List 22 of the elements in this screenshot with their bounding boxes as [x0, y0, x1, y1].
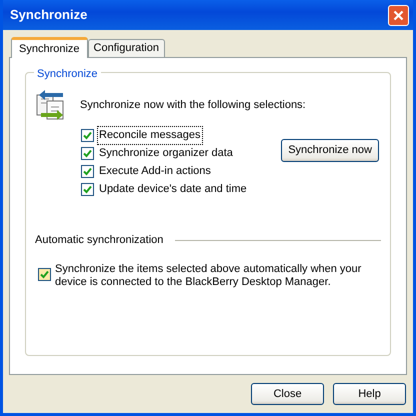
close-button[interactable] [388, 4, 409, 26]
checkbox[interactable] [81, 183, 94, 196]
checkbox[interactable] [38, 268, 51, 280]
dialog-button[interactable]: Close [251, 383, 324, 405]
option-label: Synchronize organizer data [98, 146, 234, 162]
check-icon [40, 270, 49, 278]
group-title: Synchronize [34, 66, 101, 82]
checkbox[interactable] [81, 165, 94, 178]
option-label: Update device's date and time [98, 182, 248, 198]
close-icon [393, 10, 404, 20]
checkbox[interactable] [81, 129, 94, 142]
intro-text: Synchronize now with the following selections: [80, 98, 306, 113]
option-label: Reconcile messages [98, 127, 202, 144]
tab[interactable]: Synchronize [11, 37, 88, 58]
section-title: Automatic synchronization [35, 233, 164, 248]
synchronize-now-button[interactable]: Synchronize now [281, 139, 379, 162]
window-title: Synchronize [9, 6, 88, 24]
tab[interactable]: Configuration [88, 39, 165, 57]
option-label: Execute Add-in actions [98, 164, 212, 180]
dialog-button[interactable]: Help [333, 383, 406, 405]
automatic-sync-label: Synchronize the items selected above automatically when your device is connected to the BlackBerry Desktop Manager. [55, 262, 362, 288]
checkbox[interactable] [81, 147, 94, 160]
